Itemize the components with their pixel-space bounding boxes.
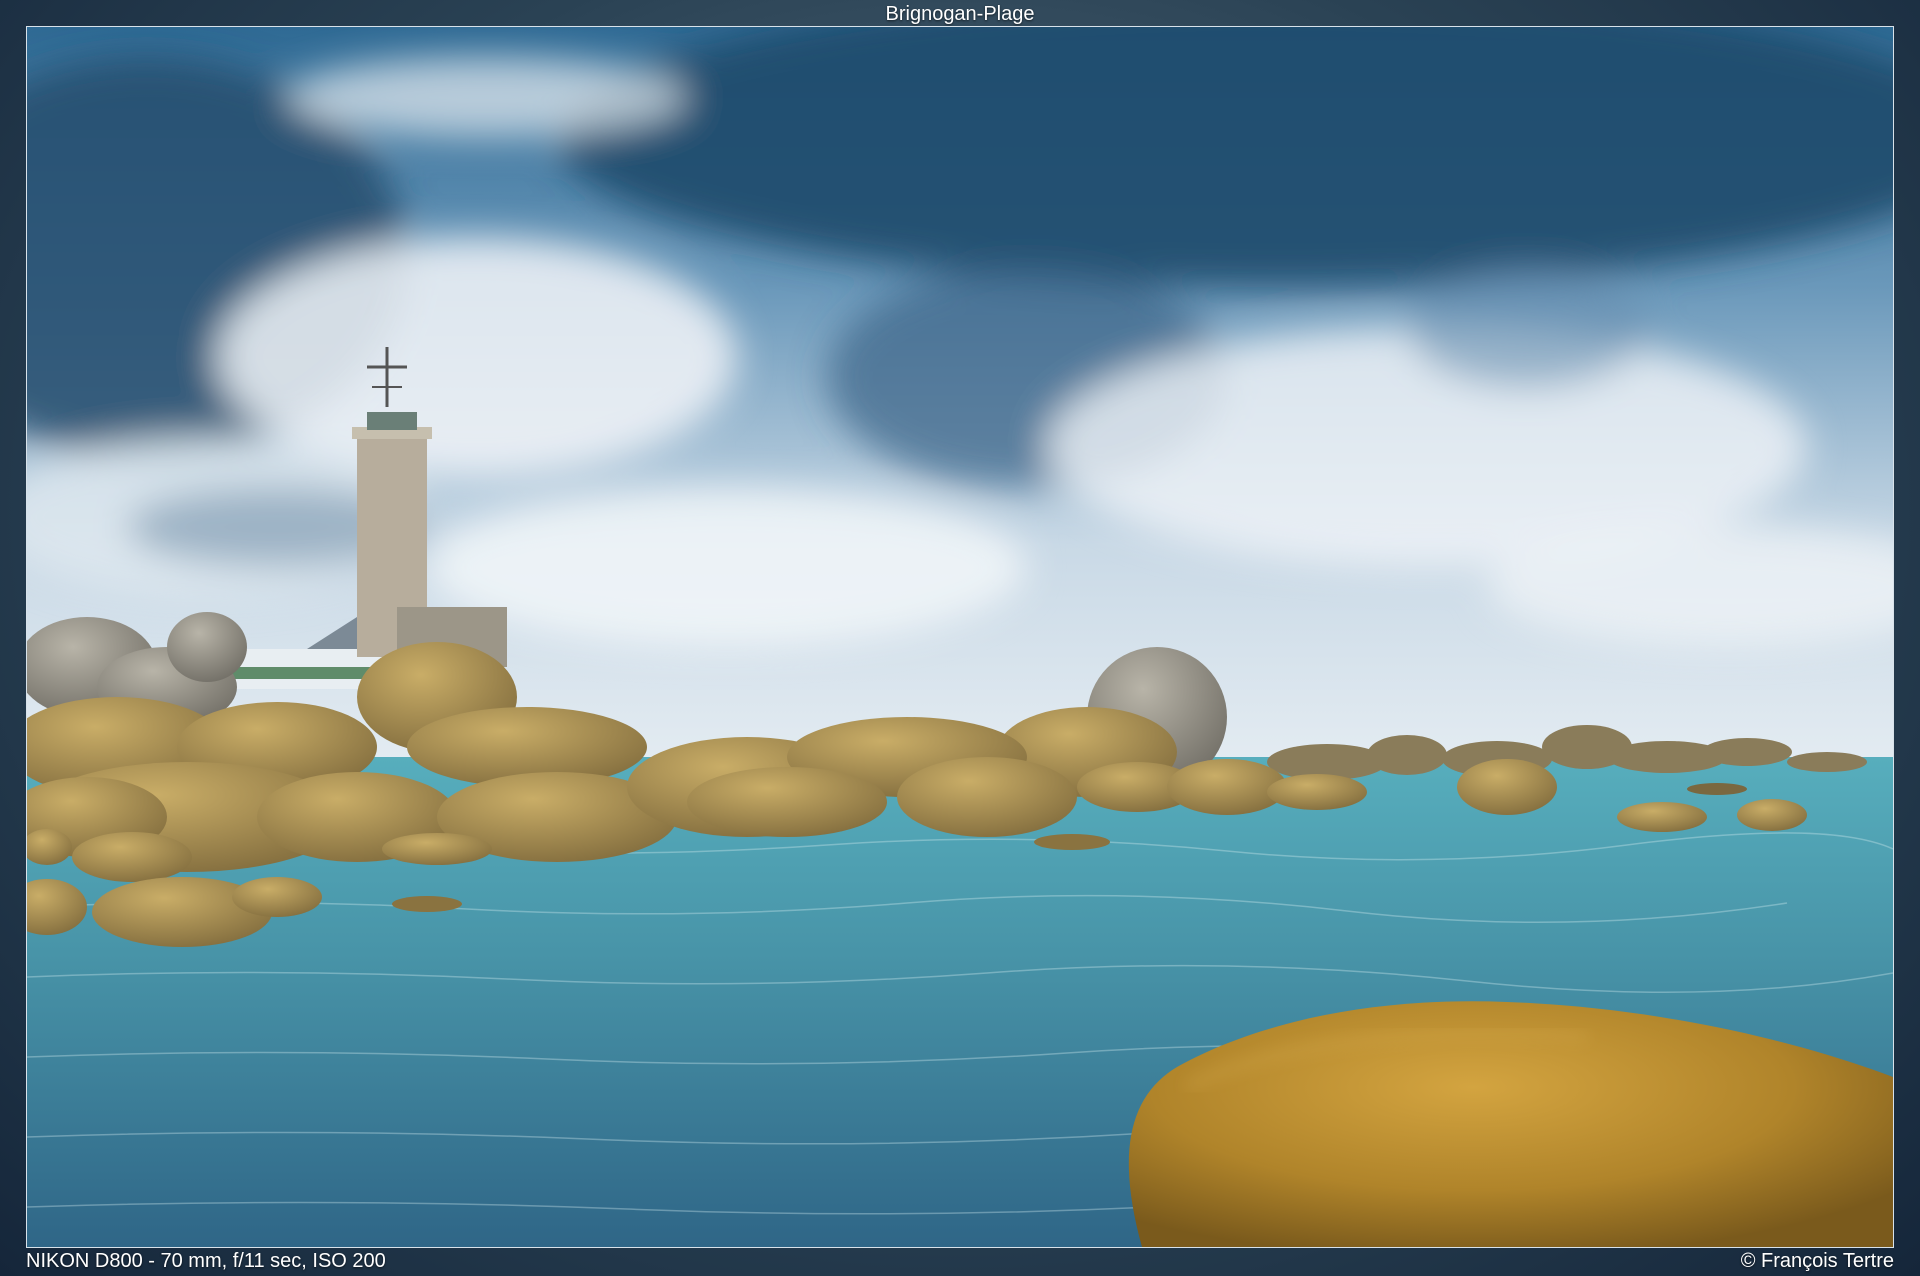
exif-caption: NIKON D800 - 70 mm, f/11 sec, ISO 200 [26,1250,386,1272]
photo-title: Brignogan-Plage [885,3,1035,25]
photo-frame: Brignogan-Plage NIKON D800 - 70 mm, f/11… [0,0,1920,1276]
photo-border [26,26,1894,1248]
copyright-caption: © François Tertre [1740,1250,1894,1272]
